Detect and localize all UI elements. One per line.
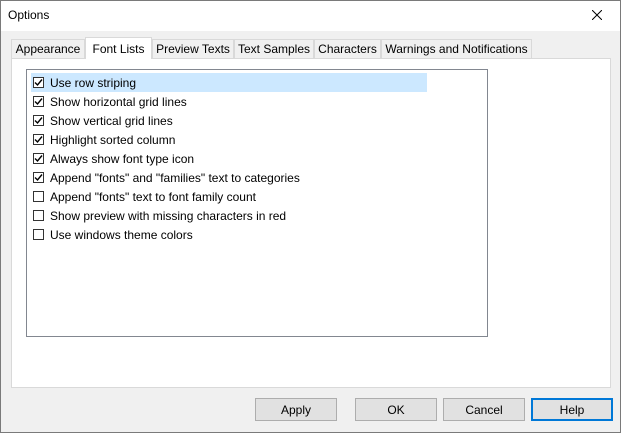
checkmark-icon [34, 136, 43, 144]
tab-appearance[interactable]: Appearance [11, 39, 85, 58]
checkmark-icon [34, 174, 43, 182]
checklist-item-label: Show preview with missing characters in … [50, 208, 287, 223]
tab-text-samples[interactable]: Text Samples [234, 39, 314, 58]
checklist-item[interactable]: Append "fonts" and "families" text to ca… [31, 168, 427, 187]
tab-preview-texts[interactable]: Preview Texts [152, 39, 234, 58]
checklist-item[interactable]: Use windows theme colors [31, 225, 427, 244]
checkbox-checked[interactable] [33, 134, 44, 145]
checkmark-icon [34, 117, 43, 125]
checkbox-checked[interactable] [33, 77, 44, 88]
checkbox-checked[interactable] [33, 115, 44, 126]
help-button[interactable]: Help [531, 398, 613, 421]
checklist-item-label: Show vertical grid lines [50, 113, 173, 128]
checkmark-icon [34, 98, 43, 106]
checkbox-checked[interactable] [33, 96, 44, 107]
checkmark-icon [34, 79, 43, 87]
checklist-item[interactable]: Show horizontal grid lines [31, 92, 427, 111]
checklist-item-label: Append "fonts" text to font family count [50, 189, 256, 204]
apply-button[interactable]: Apply [255, 398, 337, 421]
checklist-item-label: Highlight sorted column [50, 132, 176, 147]
checklist-item-label: Use windows theme colors [50, 227, 193, 242]
checkbox-checked[interactable] [33, 153, 44, 164]
cancel-button[interactable]: Cancel [443, 398, 525, 421]
close-icon [591, 9, 603, 23]
checklist-item-label: Always show font type icon [50, 151, 195, 166]
checklist-item[interactable]: Append "fonts" text to font family count [31, 187, 427, 206]
checkbox-unchecked[interactable] [33, 191, 44, 202]
checklist-item-label: Append "fonts" and "families" text to ca… [50, 170, 300, 185]
checklist-item[interactable]: Show vertical grid lines [31, 111, 427, 130]
title-bar[interactable]: Options [1, 1, 620, 31]
checkbox-checked[interactable] [33, 172, 44, 183]
checklist-item-label: Show horizontal grid lines [50, 94, 187, 109]
checklist-item[interactable]: Always show font type icon [31, 149, 427, 168]
tab-strip: Appearance Font Lists Preview Texts Text… [11, 37, 611, 59]
tab-characters[interactable]: Characters [314, 39, 381, 58]
checkmark-icon [34, 155, 43, 163]
window-title: Options [8, 8, 50, 22]
checkbox-unchecked[interactable] [33, 210, 44, 221]
checklist-item[interactable]: Highlight sorted column [31, 130, 427, 149]
tab-font-lists[interactable]: Font Lists [85, 37, 152, 59]
checklist-item-label: Use row striping [50, 75, 137, 90]
checklist-item[interactable]: Show preview with missing characters in … [31, 206, 427, 225]
options-dialog: Options Appearance Font Lists Preview Te… [0, 0, 621, 433]
tab-panel: Use row striping Show horizontal grid lin… [11, 58, 611, 388]
ok-button[interactable]: OK [355, 398, 437, 421]
checkbox-unchecked[interactable] [33, 229, 44, 240]
options-checklist[interactable]: Use row striping Show horizontal grid lin… [26, 69, 488, 337]
tab-warnings-and-notifications[interactable]: Warnings and Notifications [381, 39, 532, 58]
checklist-item[interactable]: Use row striping [31, 73, 427, 92]
close-button[interactable] [574, 1, 620, 31]
